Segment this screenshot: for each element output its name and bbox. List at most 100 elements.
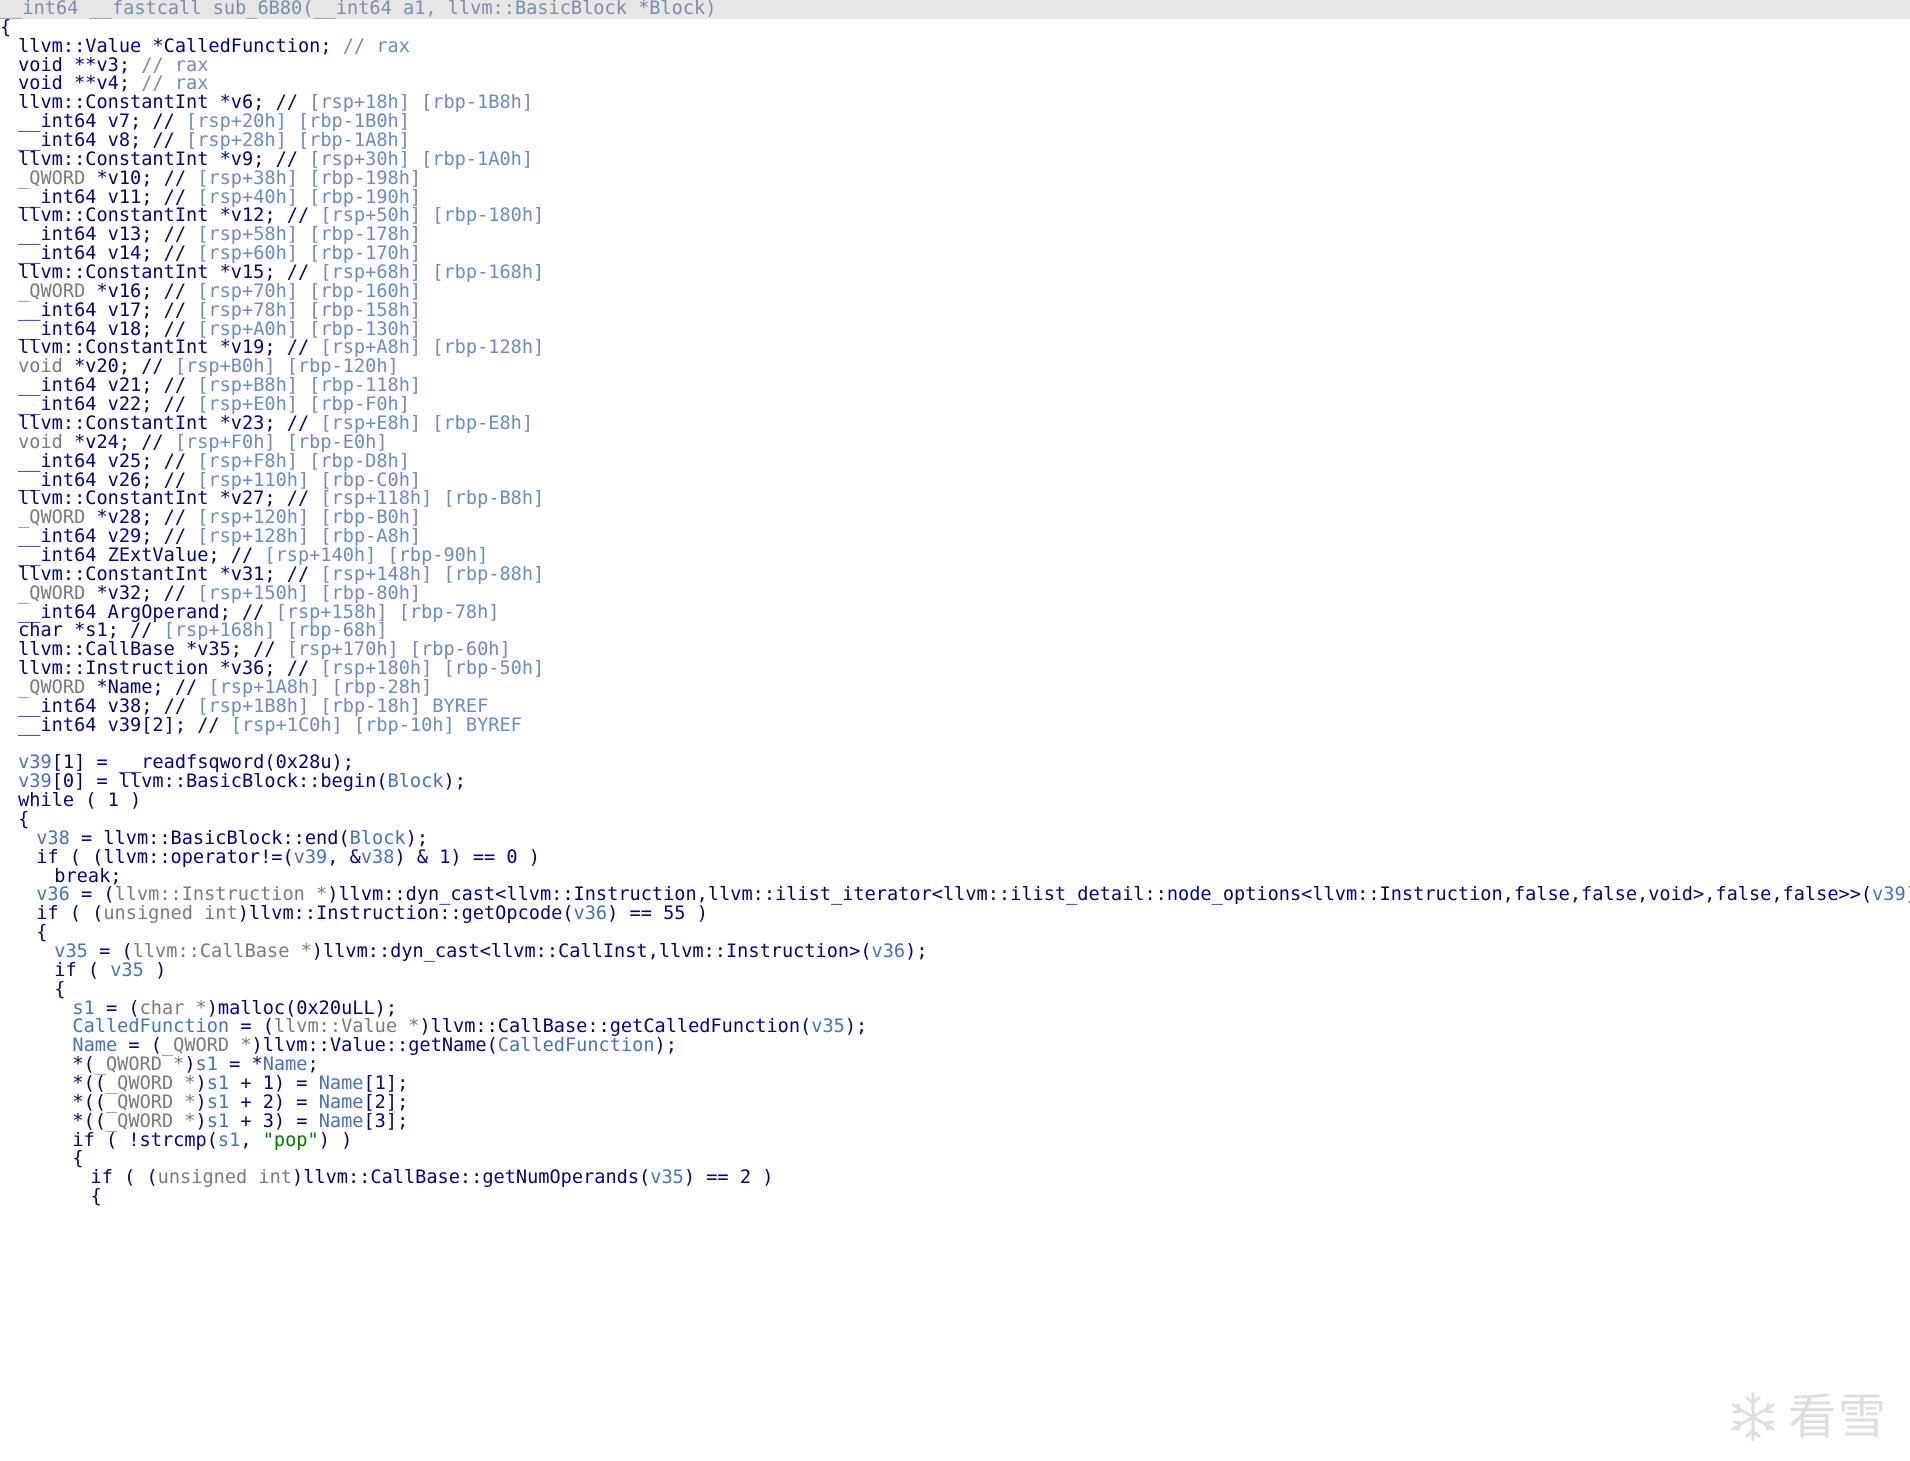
code-token: [1] = __readfsqword(0x28u); <box>51 752 354 774</box>
code-token: __int64 v11; // <box>18 186 198 208</box>
code-identifier: Block <box>349 827 406 849</box>
code-token: void **v3; <box>18 54 142 76</box>
code-type: llvm::Value * <box>273 1016 420 1038</box>
code-token: )llvm::CallBase::getCalledFunction( <box>419 1016 812 1038</box>
code-token: [1]; <box>363 1073 409 1095</box>
code-token: llvm::ConstantInt *v15; // <box>18 262 321 284</box>
code-token: ); <box>1906 884 1910 905</box>
code-identifier: s1 <box>195 1054 218 1076</box>
function-signature-line[interactable]: __int64 __fastcall sub_6B80(__int64 a1, … <box>0 0 1910 19</box>
code-identifier: s1 <box>206 1091 230 1113</box>
code-line[interactable]: if ( (unsigned int)llvm::CallBase::getNu… <box>0 1167 774 1189</box>
code-token: )malloc(0x20uLL); <box>206 997 398 1019</box>
code-token: )llvm::CallBase::getNumOperands( <box>292 1167 651 1189</box>
code-comment: [rsp+168h] [rbp-68h] <box>163 620 388 642</box>
code-token: if ( ( <box>90 1167 158 1189</box>
code-token: llvm::CallBase *v35; // <box>18 639 287 661</box>
code-line[interactable]: __int64 v39[2]; // [rsp+1C0h] [rbp-10h] … <box>0 714 522 736</box>
code-type: _QWORD <box>18 167 86 189</box>
code-token: *v20; // <box>62 356 175 378</box>
code-comment: [rsp+150h] [rbp-80h] <box>197 582 422 604</box>
code-comment: [rsp+28h] [rbp-1A8h] <box>186 130 410 152</box>
code-token: ; <box>307 1054 319 1076</box>
code-token: )llvm::Value::getName( <box>251 1035 498 1057</box>
code-line[interactable]: { <box>0 1150 83 1169</box>
code-comment: [rsp+1B8h] [rbp-18h] BYREF <box>197 695 489 717</box>
code-token: __int64 v26; // <box>18 469 198 491</box>
code-line[interactable]: { <box>0 808 30 830</box>
code-line[interactable]: { <box>0 1187 102 1207</box>
code-comment: // rax <box>141 73 209 95</box>
code-type: void <box>18 431 63 453</box>
code-comment: [rsp+68h] [rbp-168h] <box>320 262 545 284</box>
code-comment: [rsp+E0h] [rbp-F0h] <box>197 394 410 416</box>
code-type: unsigned int <box>103 903 238 925</box>
code-identifier: v35 <box>110 959 144 981</box>
code-comment: [rsp+50h] [rbp-180h] <box>320 205 545 227</box>
code-identifier: Block <box>387 771 444 793</box>
code-line[interactable]: { <box>0 18 11 38</box>
code-line[interactable]: if ( v35 ) <box>0 959 167 981</box>
code-identifier: v38 <box>36 827 70 849</box>
code-token: ) & 1) == 0 ) <box>394 846 540 868</box>
code-type: llvm::CallBase * <box>132 941 312 962</box>
code-comment: [rsp+118h] [rbp-B8h] <box>320 488 545 510</box>
code-line[interactable]: if ( (unsigned int)llvm::Instruction::ge… <box>0 903 708 925</box>
code-identifier: Name <box>72 1035 118 1057</box>
code-token: )llvm::Instruction::getOpcode( <box>237 903 574 925</box>
code-token: llvm::ConstantInt *v12; // <box>18 205 321 227</box>
code-token: ) <box>143 959 167 981</box>
code-token: *Name; // <box>85 676 209 698</box>
code-token: llvm::Instruction *v36; // <box>18 658 321 680</box>
code-line[interactable]: { <box>0 922 48 944</box>
code-token: if ( (llvm::operator!=( <box>36 846 294 868</box>
code-token: __int64 v39[2]; // <box>18 714 231 736</box>
code-type: unsigned int <box>157 1167 293 1189</box>
code-comment: [rsp+40h] [rbp-190h] <box>197 186 422 208</box>
code-type: char * <box>139 997 207 1019</box>
code-comment: [rsp+E8h] [rbp-E8h] <box>320 412 534 434</box>
code-comment: [rsp+1C0h] [rbp-10h] BYREF <box>230 714 522 736</box>
code-comment: [rsp+60h] [rbp-170h] <box>197 243 422 265</box>
code-identifier: s1 <box>72 997 95 1019</box>
code-token: [2]; <box>363 1091 409 1113</box>
code-identifier: CalledFunction <box>497 1035 655 1057</box>
code-comment: [rsp+F8h] [rbp-D8h] <box>197 450 410 472</box>
code-comment: [rsp+1A8h] [rbp-28h] <box>208 676 433 698</box>
code-token: { <box>36 922 48 944</box>
code-token: *(( <box>72 1110 106 1132</box>
code-line[interactable]: if ( !strcmp(s1, "pop") ) <box>0 1129 352 1151</box>
code-identifier: v36 <box>36 884 70 906</box>
code-comment: [rsp+18h] [rbp-1B8h] <box>309 92 534 114</box>
code-token: ); <box>654 1035 677 1057</box>
code-string: "pop" <box>262 1129 319 1151</box>
code-identifier: v39 <box>1872 884 1906 906</box>
code-token: ) <box>195 1073 207 1095</box>
code-type: _QWORD * <box>105 1091 196 1113</box>
code-comment: [rsp+B0h] [rbp-120h] <box>174 356 399 378</box>
pseudocode-view[interactable]: __int64 __fastcall sub_6B80(__int64 a1, … <box>0 0 1910 1461</box>
code-identifier: CalledFunction <box>72 1016 230 1038</box>
code-token: llvm::ConstantInt *v19; // <box>18 337 321 359</box>
code-token: + 1) = <box>229 1073 319 1095</box>
code-token: , <box>240 1129 263 1151</box>
code-comment: [rsp+120h] [rbp-B0h] <box>197 507 422 529</box>
code-comment: [rsp+148h] [rbp-88h] <box>320 563 545 585</box>
code-token: char *s1; // <box>18 620 164 642</box>
code-identifier: v35 <box>650 1167 684 1189</box>
code-comment: [rsp+78h] [rbp-158h] <box>197 299 422 321</box>
code-token: = ( <box>229 1016 274 1038</box>
code-token: *(( <box>72 1073 106 1095</box>
code-token: { <box>18 808 30 830</box>
code-identifier: v39 <box>293 846 328 868</box>
code-token: = ( <box>87 941 133 962</box>
code-token: if ( <box>54 959 111 981</box>
code-comment: [rsp+170h] [rbp-60h] <box>286 639 511 661</box>
code-type: _QWORD * <box>161 1035 252 1057</box>
code-line[interactable]: { <box>0 980 65 1000</box>
code-comment: [rsp+158h] [rbp-78h] <box>275 601 500 623</box>
code-token: = ( <box>94 997 140 1019</box>
code-token: __int64 __fastcall sub_6B80(__int64 a1, … <box>0 0 717 19</box>
code-token: if ( ( <box>36 903 104 925</box>
code-token: __int64 v25; // <box>18 450 198 472</box>
